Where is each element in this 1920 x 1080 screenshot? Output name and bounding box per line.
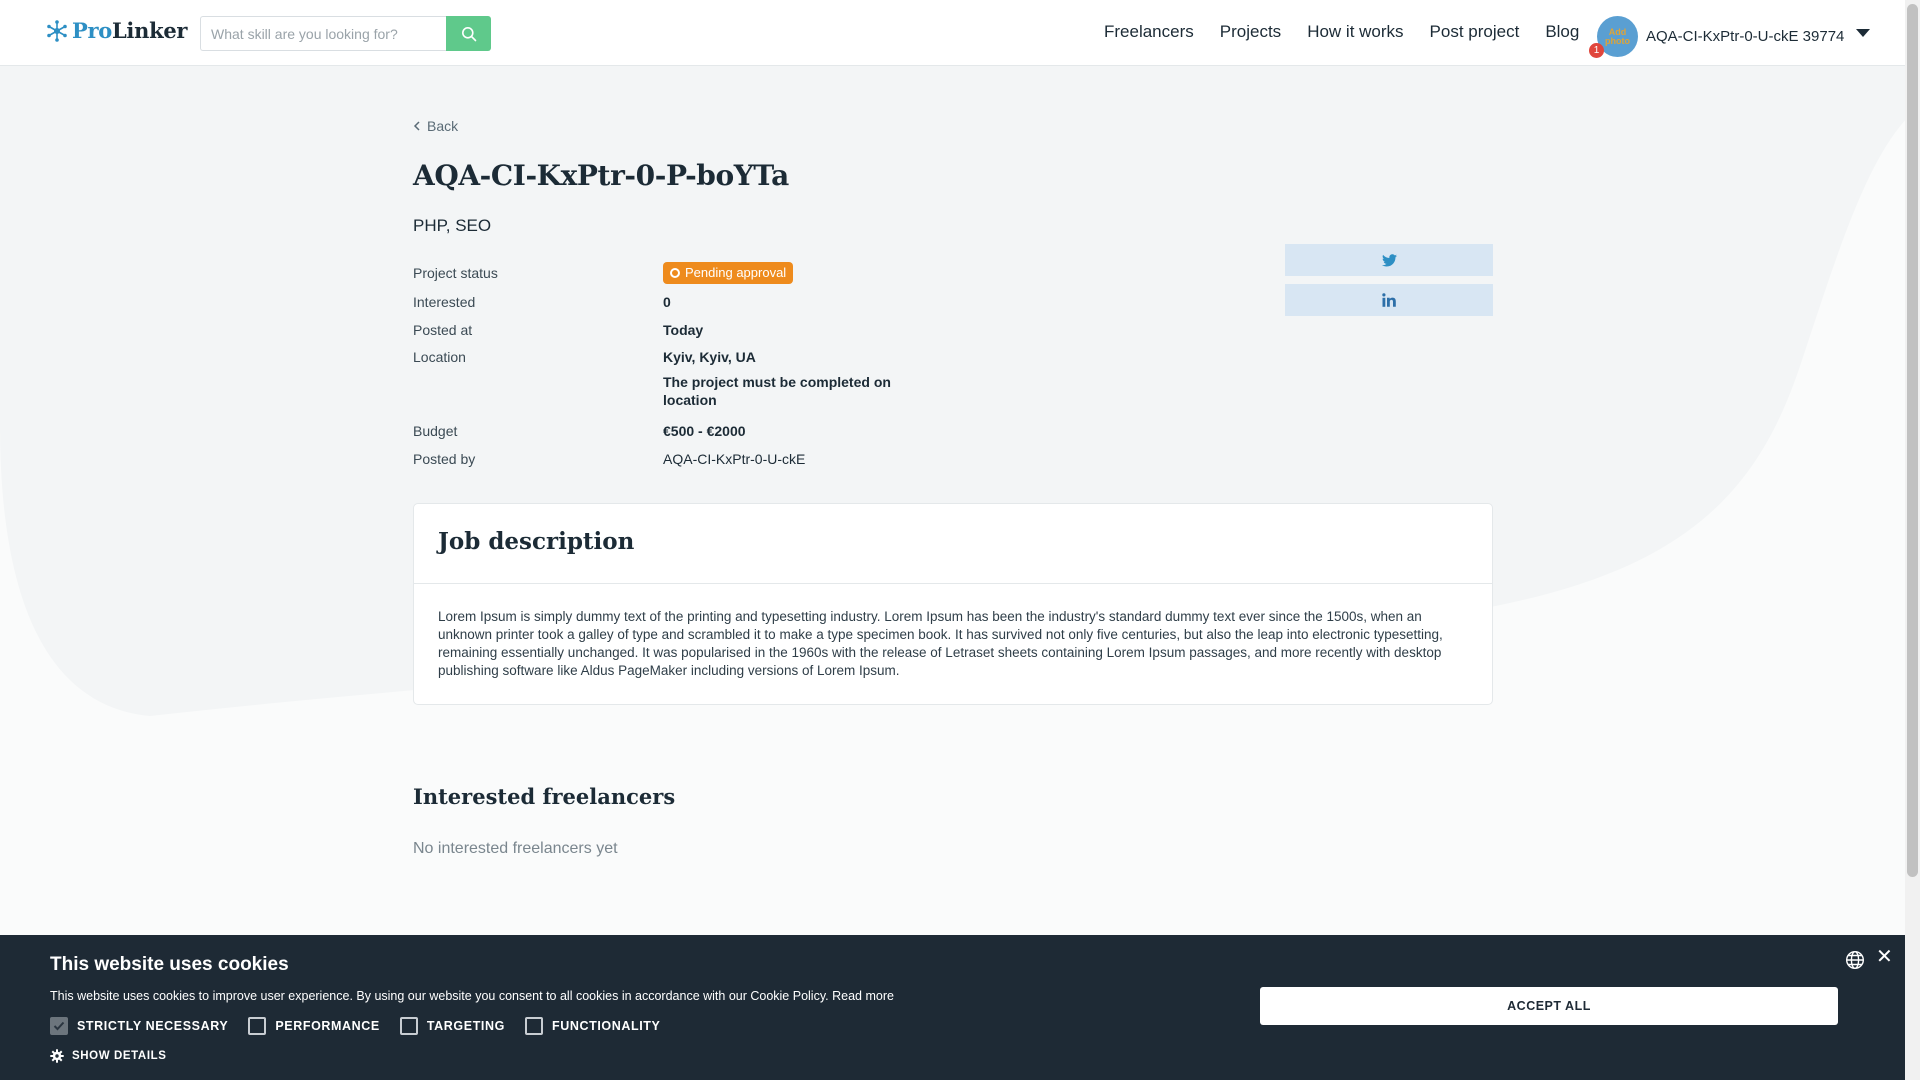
location-note: The project must be completed on locatio… [663,374,891,408]
cookie-text: This website uses cookies to improve use… [50,989,894,1003]
linkedin-icon [1382,293,1396,307]
back-link[interactable]: Back [413,118,458,134]
nav-projects[interactable]: Projects [1220,22,1281,42]
back-label: Back [427,118,459,134]
top-header: ProLinker Freelancers Projects How it wo… [0,0,1905,66]
option-label: PERFORMANCE [275,1019,380,1033]
share-linkedin-button[interactable] [1285,284,1493,316]
checkbox[interactable] [524,1017,543,1035]
option-label: TARGETING [426,1019,505,1033]
checkbox[interactable] [248,1017,267,1035]
budget-label: Budget [413,423,458,439]
job-description-card: Job description Lorem Ipsum is simply du… [413,503,1493,705]
main-nav: Freelancers Projects How it works Post p… [1104,22,1579,42]
job-description-title: Job description [414,504,1492,584]
avatar[interactable]: Add photo 1 [1589,16,1638,58]
check-icon [53,1021,65,1031]
scrollbar[interactable] [1905,0,1920,1080]
caret-down-icon[interactable] [1856,28,1871,37]
info-row-location: Location Kyiv, Kyiv, UA [413,343,913,370]
info-row-interested: Interested 0 [413,288,913,316]
user-name[interactable]: AQA-CI-KxPtr-0-U-ckE 39774 [1646,28,1844,45]
posted-by-label: Posted by [413,450,476,467]
search-button[interactable] [446,16,491,51]
interested-freelancers-empty: No interested freelancers yet [413,840,618,857]
info-row-posted-at: Posted at Today [413,316,913,343]
posted-at-label: Posted at [413,321,473,338]
show-details-button[interactable]: SHOW DETAILS [50,1049,167,1063]
info-row-location-note: The project must be completed on locatio… [413,370,913,417]
option-label: STRICTLY NECESSARY [77,1019,229,1033]
posted-at-value: Today [663,321,704,338]
close-icon[interactable]: ✕ [1876,947,1893,967]
logo[interactable]: ProLinker [46,18,187,43]
accept-all-button[interactable]: ACCEPT ALL [1260,987,1838,1025]
search-icon [461,26,476,41]
scrollbar-thumb[interactable] [1907,4,1918,877]
location-label: Location [413,348,466,365]
avatar-placeholder-text: Add photo [1605,26,1630,46]
share-buttons [1285,244,1493,324]
cookie-options: STRICTLY NECESSARY PERFORMANCE TARGETING… [50,1017,680,1035]
project-skills: PHP, SEO [413,216,492,235]
cookie-message: This website uses cookies to improve use… [50,989,829,1003]
status-text: Pending approval [685,265,787,280]
search-input[interactable] [200,16,446,51]
share-twitter-button[interactable] [1285,244,1493,276]
info-row-posted-by: Posted by AQA-CI-KxPtr-0-U-ckE [413,445,913,472]
job-description-text: Lorem Ipsum is simply dummy text of the … [438,609,1443,678]
interested-value: 0 [663,294,671,310]
budget-value: €500 - €2000 [663,423,746,439]
option-label: FUNCTIONALITY [551,1019,661,1033]
cookie-title: This website uses cookies [50,954,289,975]
status-value: Pending approval [663,262,903,284]
interested-label: Interested [413,294,476,310]
cookie-option-targeting[interactable]: TARGETING [399,1017,505,1035]
gear-icon [50,1049,64,1063]
status-circle-icon [670,268,680,278]
search-bar [200,16,491,51]
cookie-option-performance[interactable]: PERFORMANCE [248,1017,380,1035]
cookie-banner: This website uses cookies This website u… [0,935,1905,1080]
cookie-option-strictly-necessary[interactable]: STRICTLY NECESSARY [50,1017,228,1035]
status-badge: Pending approval [663,262,794,284]
interested-freelancers-title: Interested freelancers [413,784,676,809]
project-title: AQA-CI-KxPtr-0-P-boYTa [413,159,789,192]
notification-badge[interactable]: 1 [1589,43,1604,58]
project-info: Project status Pending approval Interest… [413,258,913,472]
cookie-option-functionality[interactable]: FUNCTIONALITY [524,1017,661,1035]
logo-icon [47,19,67,42]
status-label: Project status [413,265,498,281]
twitter-icon [1381,253,1397,266]
globe-icon[interactable] [1845,950,1865,970]
logo-pro: Pro [72,18,112,43]
nav-freelancers[interactable]: Freelancers [1104,22,1194,42]
show-details-label: SHOW DETAILS [72,1050,167,1062]
info-row-budget: Budget €500 - €2000 [413,417,913,445]
chevron-left-icon [413,121,420,131]
user-menu[interactable]: Add photo 1 AQA-CI-KxPtr-0-U-ckE 39774 [1589,16,1871,58]
logo-text: ProLinker [72,18,187,43]
logo-linker: Linker [111,18,188,43]
location-value: Kyiv, Kyiv, UA [663,348,756,365]
nav-how-it-works[interactable]: How it works [1307,22,1403,42]
read-more-link[interactable]: Read more [832,989,894,1003]
nav-blog[interactable]: Blog [1545,22,1579,42]
nav-post-project[interactable]: Post project [1430,22,1520,42]
info-row-status: Project status Pending approval [413,258,913,288]
checkbox[interactable] [399,1017,418,1035]
posted-by-value[interactable]: AQA-CI-KxPtr-0-U-ckE [663,450,903,468]
checkbox-checked[interactable] [50,1017,68,1035]
